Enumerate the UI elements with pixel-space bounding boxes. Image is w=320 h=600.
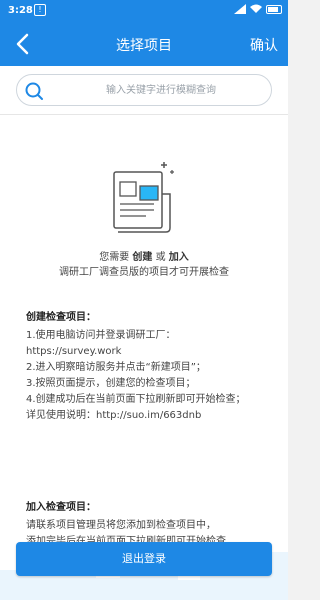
document-illustration	[113, 162, 174, 233]
confirm-button[interactable]: 确认	[250, 35, 278, 55]
search-input[interactable]	[57, 75, 265, 105]
create-step: 1.使用电脑访问并登录调研工厂：	[26, 330, 176, 341]
battery-icon	[266, 4, 282, 14]
alert-icon: !	[34, 4, 46, 16]
create-keyword: 创建	[132, 252, 153, 263]
search-bar[interactable]	[16, 74, 272, 106]
logout-button[interactable]: 退出登录	[16, 542, 272, 576]
search-icon	[25, 82, 43, 100]
signal-icon	[234, 4, 246, 14]
usage-link[interactable]: 详见使用说明：http://suo.im/663dnb	[26, 408, 276, 424]
nav-bar: 选择项目 确认	[0, 22, 288, 66]
join-keyword: 加入	[168, 252, 189, 263]
empty-message-prefix: 您需要	[99, 252, 133, 263]
wifi-icon	[250, 4, 262, 13]
main-content: 您需要 创建 或 加入 调研工厂调查员版的项目才可开展检查 创建检查项目： 1.…	[0, 66, 288, 600]
create-step: 2.进入明察暗访服务并点击“新建项目”；	[26, 362, 206, 373]
create-step-url: https://survey.work	[26, 346, 122, 357]
join-section-title: 加入检查项目：	[26, 502, 96, 513]
status-bar: 3:28 !	[0, 0, 288, 22]
divider	[0, 114, 288, 115]
create-step: 4.创建成功后在当前页面下拉刷新即可开始检查；	[26, 394, 246, 405]
page-title: 选择项目	[116, 38, 172, 54]
empty-message-line1: 您需要 创建 或 加入	[0, 248, 288, 263]
empty-message-or: 或	[152, 252, 169, 263]
status-icons	[234, 4, 282, 14]
create-section: 创建检查项目： 1.使用电脑访问并登录调研工厂： https://survey.…	[26, 310, 276, 424]
create-step: 3.按照页面提示，创建您的检查项目；	[26, 378, 196, 389]
create-section-title: 创建检查项目：	[26, 312, 96, 323]
empty-message-line2: 调研工厂调查员版的项目才可开展检查	[59, 267, 229, 278]
status-time: 3:28	[8, 5, 33, 16]
